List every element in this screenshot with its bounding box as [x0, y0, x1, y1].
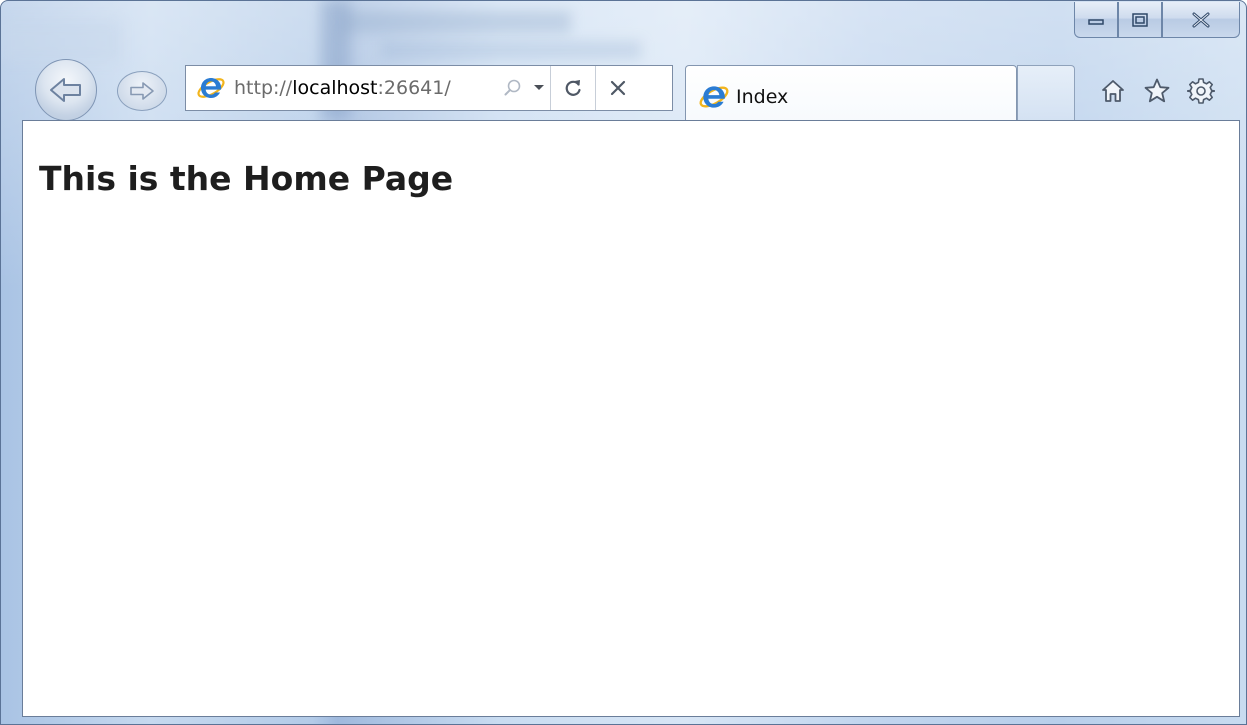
- minimize-icon: [1088, 18, 1104, 25]
- arrow-right-icon: [130, 82, 154, 100]
- refresh-icon: [565, 80, 581, 96]
- browser-window: http://localhost:26641/ Index This is th…: [0, 0, 1247, 725]
- page-heading: This is the Home Page: [39, 159, 454, 198]
- home-button[interactable]: [1091, 71, 1135, 111]
- close-window-button[interactable]: [1162, 2, 1240, 38]
- address-dropdown-button[interactable]: [528, 66, 550, 110]
- arrow-left-icon: [50, 78, 81, 102]
- address-bar[interactable]: http://localhost:26641/: [185, 65, 673, 111]
- refresh-button[interactable]: [551, 66, 595, 110]
- tab-internet-explorer-icon: [699, 85, 729, 108]
- internet-explorer-icon: [197, 78, 225, 98]
- url-host: localhost: [292, 77, 378, 99]
- address-search-button[interactable]: [498, 66, 528, 110]
- window-close-icon: [1192, 12, 1210, 27]
- search-icon: [504, 79, 521, 96]
- back-button[interactable]: [35, 59, 97, 121]
- gear-icon: [1187, 78, 1215, 104]
- stop-button[interactable]: [596, 66, 640, 110]
- command-bar: [1091, 71, 1223, 111]
- tab-index[interactable]: Index: [685, 65, 1017, 121]
- chevron-down-icon: [534, 85, 544, 90]
- url-text: http://localhost:26641/: [234, 77, 492, 99]
- new-tab-button[interactable]: [1017, 65, 1075, 121]
- page-content: This is the Home Page: [22, 120, 1240, 717]
- tools-button[interactable]: [1179, 71, 1223, 111]
- minimize-button[interactable]: [1074, 2, 1118, 38]
- window-caption-buttons: [1074, 2, 1240, 38]
- url-suffix: :26641/: [377, 77, 451, 99]
- favorites-button[interactable]: [1135, 71, 1179, 111]
- home-icon: [1102, 80, 1124, 102]
- star-icon: [1144, 78, 1170, 103]
- close-icon: [610, 80, 626, 96]
- forward-button[interactable]: [117, 71, 167, 111]
- maximize-button[interactable]: [1118, 2, 1162, 38]
- tab-title: Index: [736, 85, 789, 108]
- url-prefix: http://: [234, 77, 293, 99]
- restore-icon: [1132, 12, 1148, 27]
